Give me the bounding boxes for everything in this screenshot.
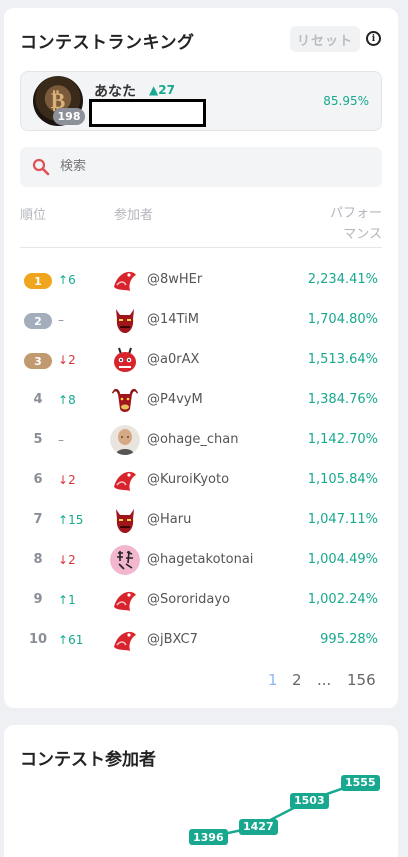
username[interactable]: @8wHEr: [147, 272, 202, 287]
medal-rank-badge: 3: [24, 353, 52, 369]
ranking-row[interactable]: 9 ↑1 @Sororidayo 1,002.24%: [4, 580, 398, 620]
rank-change: ↓2: [58, 553, 76, 567]
rank-change: ↑6: [58, 273, 76, 287]
page-ellipsis: ...: [317, 671, 332, 689]
my-name: あなた: [94, 84, 136, 100]
rank-change: –: [58, 313, 64, 327]
username[interactable]: @KuroiKyoto: [147, 472, 229, 487]
my-rank-card: ₿ 198 あなた ▲27 85.95%: [20, 71, 382, 131]
arrow-up-icon: ↑: [58, 633, 69, 647]
arrow-down-icon: ↓: [58, 353, 69, 367]
data-point-label: 1396: [189, 829, 228, 846]
performance-value: 1,704.80%: [307, 312, 378, 327]
demon-avatar: [110, 305, 140, 335]
arrow-up-icon: ↑: [58, 513, 69, 527]
rank-number: 4: [33, 392, 43, 407]
man-avatar: [110, 425, 140, 455]
ranking-row[interactable]: 1 ↑6 @8wHEr 2,234.41%: [4, 260, 398, 300]
rank-number: 7: [33, 512, 43, 527]
rank-change: ↑8: [58, 393, 76, 407]
username[interactable]: @hagetakotonai: [147, 552, 253, 567]
rank-number: 10: [28, 632, 48, 647]
ranking-row[interactable]: 3 ↓2 @a0rAX 1,513.64%: [4, 340, 398, 380]
ranking-row[interactable]: 4 ↑8 @P4vyM 1,384.76%: [4, 380, 398, 420]
bull-avatar: [110, 385, 140, 415]
username[interactable]: @a0rAX: [147, 352, 199, 367]
rank-change: ↑15: [58, 513, 84, 527]
column-header-participant: 参加者: [114, 208, 154, 223]
search-input[interactable]: [60, 159, 360, 174]
performance-value: 995.28%: [320, 632, 378, 647]
rank-number: 5: [33, 432, 43, 447]
ranking-card: コンテストランキング リセット i ₿ 198 あなた ▲27 85.95% 順…: [4, 8, 398, 708]
koi-avatar: [110, 625, 140, 655]
performance-value: 1,047.11%: [307, 512, 378, 527]
username[interactable]: @Haru: [147, 512, 191, 527]
page-last-link[interactable]: 156: [347, 671, 376, 689]
rank-change: –: [58, 433, 64, 447]
rank-change: ↓2: [58, 353, 76, 367]
my-rank-badge: 198: [53, 108, 85, 125]
arrow-down-icon: ↓: [58, 553, 69, 567]
page-2-link[interactable]: 2: [292, 671, 302, 689]
performance-value: 2,234.41%: [307, 272, 378, 287]
ranking-row[interactable]: 8 ↓2 @hagetakotonai 1,004.49%: [4, 540, 398, 580]
caret-up-icon: ▲: [149, 83, 159, 97]
username[interactable]: @Sororidayo: [147, 592, 230, 607]
performance-value: 1,004.49%: [307, 552, 378, 567]
ranking-row[interactable]: 2– @14TiM 1,704.80%: [4, 300, 398, 340]
info-icon[interactable]: i: [366, 31, 381, 46]
medal-rank-badge: 1: [24, 273, 52, 289]
medal-rank-badge: 2: [24, 313, 52, 329]
ranking-row[interactable]: 6 ↓2 @KuroiKyoto 1,105.84%: [4, 460, 398, 500]
ranking-row[interactable]: 5 – @ohage_chan 1,142.70%: [4, 420, 398, 460]
my-rank-change: ▲27: [149, 83, 175, 97]
ranking-row[interactable]: 10 ↑61 @jBXC7 995.28%: [4, 620, 398, 660]
series-line: [206, 781, 360, 839]
header-divider: [20, 247, 382, 248]
koi-avatar: [110, 465, 140, 495]
oni-avatar: [110, 345, 140, 375]
demon-avatar: [110, 505, 140, 535]
performance-value: 1,384.76%: [307, 392, 378, 407]
search-bar[interactable]: [20, 147, 382, 187]
page-1-link[interactable]: 1: [268, 671, 278, 689]
rank-number: 6: [33, 472, 43, 487]
performance-value: 1,002.24%: [307, 592, 378, 607]
participants-card: コンテスト参加者 1396 1427 1503 1555: [4, 725, 398, 857]
data-point-label: 1555: [341, 774, 380, 791]
username[interactable]: @14TiM: [147, 312, 199, 327]
calligraphy-avatar: [110, 545, 140, 575]
rank-change: ↑61: [58, 633, 84, 647]
search-icon: [32, 158, 50, 176]
column-header-rank: 順位: [20, 208, 47, 223]
rank-change: ↑1: [58, 593, 76, 607]
arrow-up-icon: ↑: [58, 393, 69, 407]
ranking-row[interactable]: 7 ↑15 @Haru 1,047.11%: [4, 500, 398, 540]
ranking-title: コンテストランキング: [20, 33, 195, 53]
data-point-label: 1503: [290, 792, 329, 809]
my-performance: 85.95%: [323, 94, 369, 108]
data-point-label: 1427: [239, 818, 278, 835]
arrow-up-icon: ↑: [58, 273, 69, 287]
performance-value: 1,105.84%: [307, 472, 378, 487]
arrow-down-icon: ↓: [58, 473, 69, 487]
koi-avatar: [110, 585, 140, 615]
rank-number: 8: [33, 552, 43, 567]
username[interactable]: @ohage_chan: [147, 432, 239, 447]
username[interactable]: @jBXC7: [147, 632, 198, 647]
username[interactable]: @P4vyM: [147, 392, 203, 407]
redacted-box: [89, 99, 206, 127]
column-header-performance: パフォー マンス: [329, 206, 382, 242]
reset-button[interactable]: リセット: [290, 26, 360, 52]
arrow-up-icon: ↑: [58, 593, 69, 607]
rank-number: 9: [33, 592, 43, 607]
performance-value: 1,142.70%: [307, 432, 378, 447]
rank-change: ↓2: [58, 473, 76, 487]
koi-avatar: [110, 265, 140, 295]
performance-value: 1,513.64%: [307, 352, 378, 367]
